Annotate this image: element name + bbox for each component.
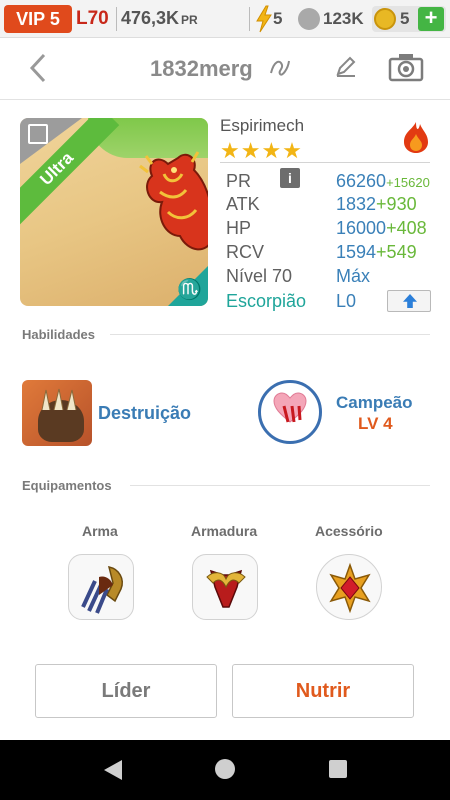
camera-icon[interactable] xyxy=(388,52,424,82)
feed-button[interactable]: Nutrir xyxy=(232,664,414,718)
stat-value-rcv: 1594+549 xyxy=(336,242,417,263)
monster-card[interactable]: Ultra ♏ xyxy=(20,118,208,306)
equip-label-armor: Armadura xyxy=(191,523,258,539)
stat-value-level: Máx xyxy=(336,266,371,286)
page-title: 1832merg xyxy=(150,56,253,81)
vip-badge[interactable]: VIP 5 xyxy=(4,5,72,33)
stat-hp-bonus: +408 xyxy=(386,218,427,238)
scorpio-icon: ♏ xyxy=(177,279,202,301)
back-arrow-icon[interactable] xyxy=(26,52,50,84)
stat-label-level: Nível 70 xyxy=(226,266,293,286)
equipment-section-title: Equipamentos xyxy=(22,478,112,493)
equip-label-accessory: Acessório xyxy=(315,523,383,539)
stat-pr-bonus: +15620 xyxy=(386,175,430,190)
stat-rcv-bonus: +549 xyxy=(376,242,417,262)
divider xyxy=(116,7,117,31)
player-pr: 476,3K PR xyxy=(121,8,198,29)
heart-icon xyxy=(273,392,307,423)
stat-label-zodiac: Escorpião xyxy=(226,291,307,311)
stat-value-atk: 1832+930 xyxy=(336,194,417,215)
energy-bolt-icon xyxy=(256,5,272,33)
player-level: L70 xyxy=(76,8,109,29)
paw-count: 123K xyxy=(323,9,364,28)
stat-atk-base: 1832 xyxy=(336,194,377,214)
stat-label-atk: ATK xyxy=(226,194,260,214)
paw-icon xyxy=(298,8,320,30)
stat-label-pr: PR xyxy=(226,171,252,191)
stat-label-rcv: RCV xyxy=(226,242,265,262)
stats-divider xyxy=(220,162,430,163)
stat-value-hp: 16000+408 xyxy=(336,218,427,239)
champion-skill-icon[interactable] xyxy=(258,380,322,444)
add-coins-button[interactable]: + xyxy=(418,7,444,31)
fire-element-icon xyxy=(404,122,428,153)
coin-count: 5 xyxy=(400,9,410,28)
destruction-skill-icon[interactable] xyxy=(22,380,92,446)
energy-count: 5 xyxy=(273,9,283,28)
nav-home-icon[interactable] xyxy=(215,759,235,779)
top-status-bar: VIP 5 L70 476,3K PR 5 123K 5 + xyxy=(0,0,450,38)
skill-name-campeao[interactable]: Campeão xyxy=(336,393,413,413)
armor-icon xyxy=(206,569,246,608)
stat-rcv-base: 1594 xyxy=(336,242,377,262)
section-divider xyxy=(110,334,430,335)
stat-atk-bonus: +930 xyxy=(376,194,417,214)
claws-icon xyxy=(41,388,77,411)
edit-pencil-icon[interactable] xyxy=(334,54,358,78)
skill-name-destruicao[interactable]: Destruição xyxy=(98,403,191,424)
info-button[interactable]: i xyxy=(280,168,300,188)
zodiac-upgrade-button[interactable] xyxy=(387,290,431,312)
stat-value-zodiac: L0 xyxy=(336,291,357,311)
rarity-stars: ★★★★ xyxy=(220,138,303,163)
monster-name: Espirimech xyxy=(220,116,305,135)
gem-accessory-icon xyxy=(329,562,371,614)
player-pr-unit: PR xyxy=(181,13,198,27)
stat-pr-base: 66260 xyxy=(336,171,387,191)
nav-recent-apps-icon[interactable] xyxy=(329,760,347,778)
up-arrow-icon xyxy=(403,294,417,308)
signature-icon xyxy=(270,60,290,76)
equip-label-weapon: Arma xyxy=(82,523,118,539)
weapon-slot[interactable] xyxy=(68,554,134,620)
player-pr-value: 476,3K xyxy=(121,8,180,28)
monster-portrait xyxy=(139,151,208,251)
leader-button[interactable]: Líder xyxy=(35,664,217,718)
accessory-slot[interactable] xyxy=(316,554,382,620)
skills-section-title: Habilidades xyxy=(22,327,95,342)
page-header: 1832merg xyxy=(0,38,450,100)
stat-value-pr: 66260+15620 xyxy=(336,171,430,192)
coin-icon xyxy=(374,8,396,30)
stat-hp-base: 16000 xyxy=(336,218,387,238)
nav-back-icon[interactable] xyxy=(102,759,124,781)
divider xyxy=(249,7,250,31)
book-icon xyxy=(28,124,48,144)
section-divider xyxy=(130,485,430,486)
claw-weapon-icon xyxy=(81,566,123,614)
armor-slot[interactable] xyxy=(192,554,258,620)
skill-level-campeao: LV 4 xyxy=(358,414,393,433)
stat-label-hp: HP xyxy=(226,218,252,238)
